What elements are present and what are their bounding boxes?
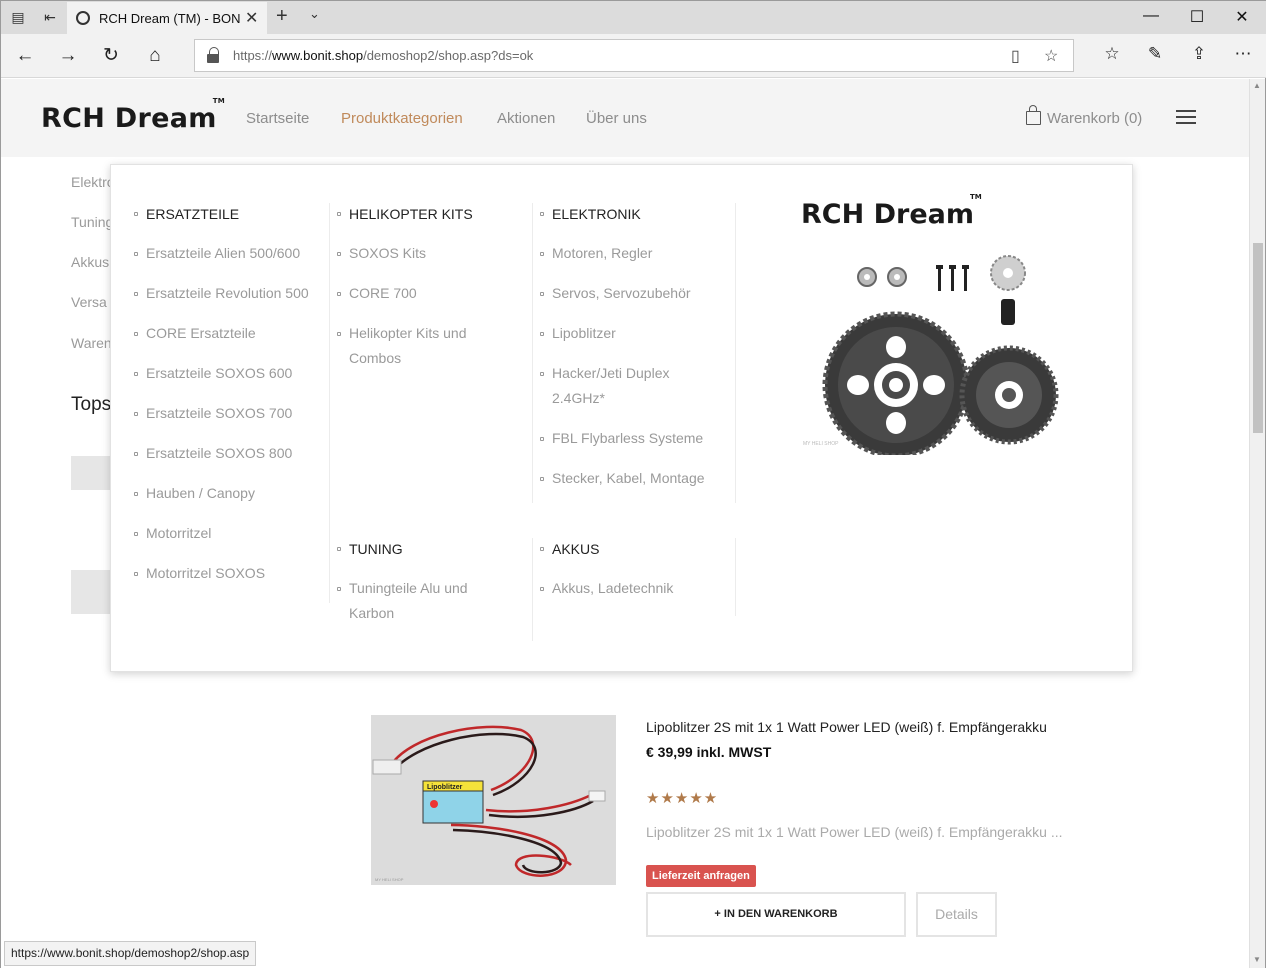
cart-link[interactable]: Warenkorb (0) bbox=[1026, 105, 1142, 127]
promo-caption: MY HELI SHOP bbox=[803, 441, 839, 447]
product-image[interactable]: Lipoblitzer MY HELI SHOP bbox=[371, 715, 616, 885]
menu-link[interactable]: SOXOS Kits bbox=[349, 241, 426, 266]
reading-view-icon[interactable]: ▯ bbox=[1011, 46, 1020, 66]
back-icon[interactable]: ← bbox=[13, 44, 37, 68]
more-icon[interactable]: ⋯ bbox=[1231, 44, 1255, 64]
menu-link[interactable]: Motorritzel bbox=[146, 521, 211, 546]
menu-heading-helikopter-kits[interactable]: HELIKOPTER KITS bbox=[349, 206, 473, 222]
home-icon[interactable]: ⌂ bbox=[143, 44, 167, 68]
site-logo[interactable]: RCH DreamTM bbox=[41, 97, 229, 134]
side-item-warenkorb[interactable]: Waren bbox=[71, 335, 112, 351]
menu-link[interactable]: Hacker/Jeti Duplex 2.4GHz* bbox=[552, 361, 687, 411]
favorites-list-icon[interactable]: ☆ bbox=[1100, 44, 1124, 64]
thumb-lipoblitzer[interactable] bbox=[71, 570, 111, 614]
loading-icon bbox=[76, 11, 90, 25]
scroll-thumb[interactable] bbox=[1253, 243, 1263, 433]
product-price: € 39,99 inkl. MWST bbox=[646, 744, 772, 760]
side-item-akkus[interactable]: Akkus bbox=[71, 254, 109, 270]
tab-title: RCH Dream (TM) - BON bbox=[99, 11, 241, 26]
lock-icon bbox=[207, 47, 221, 63]
new-tab-icon[interactable]: + bbox=[276, 5, 288, 28]
share-icon[interactable]: ⇪ bbox=[1187, 44, 1211, 64]
set-aside-tabs-icon[interactable]: ⇤ bbox=[41, 9, 59, 25]
details-button[interactable]: Details bbox=[916, 892, 997, 937]
web-page: RCH DreamTM Startseite Produktkategorien… bbox=[1, 79, 1251, 968]
favorite-star-icon[interactable]: ☆ bbox=[1044, 46, 1058, 66]
menu-heading-elektronik[interactable]: ELEKTRONIK bbox=[552, 206, 641, 222]
maximize-icon[interactable]: ☐ bbox=[1185, 7, 1209, 27]
menu-link[interactable]: CORE Ersatzteile bbox=[146, 321, 256, 346]
add-to-cart-button[interactable]: + IN DEN WARENKORB bbox=[646, 892, 906, 937]
side-item-tuning[interactable]: Tuning bbox=[71, 214, 113, 230]
nav-produktkategorien[interactable]: Produktkategorien bbox=[341, 110, 463, 127]
menu-link[interactable]: Motorritzel SOXOS bbox=[146, 561, 265, 586]
product-image-label: Lipoblitzer bbox=[427, 784, 463, 791]
tab-active[interactable]: RCH Dream (TM) - BON ✕ bbox=[67, 2, 267, 34]
close-window-icon[interactable]: ✕ bbox=[1230, 7, 1254, 27]
menu-heading-tuning[interactable]: TUNING bbox=[349, 541, 403, 557]
product-title[interactable]: Lipoblitzer 2S mit 1x 1 Watt Power LED (… bbox=[646, 719, 1047, 735]
site-header: RCH DreamTM Startseite Produktkategorien… bbox=[1, 79, 1251, 157]
address-text: https://www.bonit.shop/demoshop2/shop.as… bbox=[233, 48, 534, 63]
promo-logo: RCH DreamTM bbox=[801, 193, 982, 230]
topseller-title: Tops bbox=[71, 394, 112, 415]
menu-link[interactable]: Motoren, Regler bbox=[552, 241, 652, 266]
menu-link[interactable]: Servos, Servozubehör bbox=[552, 281, 691, 306]
address-bar[interactable]: https://www.bonit.shop/demoshop2/shop.as… bbox=[194, 39, 1074, 72]
status-bar-url: https://www.bonit.shop/demoshop2/shop.as… bbox=[4, 941, 257, 966]
nav-startseite[interactable]: Startseite bbox=[246, 110, 309, 127]
menu-link[interactable]: Ersatzteile SOXOS 800 bbox=[146, 441, 292, 466]
menu-link[interactable]: Akkus, Ladetechnik bbox=[552, 576, 673, 601]
shopping-bag-icon bbox=[1026, 105, 1041, 125]
menu-link[interactable]: Ersatzteile SOXOS 600 bbox=[146, 361, 292, 386]
menu-link[interactable]: Ersatzteile Revolution 500 bbox=[146, 281, 309, 306]
menu-link[interactable]: Ersatzteile Alien 500/600 bbox=[146, 241, 300, 266]
menu-heading-akkus[interactable]: AKKUS bbox=[552, 541, 599, 557]
scroll-up-icon[interactable]: ▲ bbox=[1253, 81, 1261, 90]
menu-heading-ersatzteile[interactable]: ERSATZTEILE bbox=[146, 206, 239, 222]
minimize-icon[interactable]: — bbox=[1139, 7, 1163, 25]
mega-menu: ERSATZTEILE Ersatzteile Alien 500/600 Er… bbox=[110, 164, 1133, 672]
delivery-badge[interactable]: Lieferzeit anfragen bbox=[646, 865, 756, 887]
chevron-down-icon[interactable]: ⌄ bbox=[309, 6, 320, 22]
menu-link[interactable]: CORE 700 bbox=[349, 281, 417, 306]
scroll-down-icon[interactable]: ▼ bbox=[1253, 955, 1261, 964]
side-item-elektro[interactable]: Elektro bbox=[71, 174, 115, 190]
menu-icon[interactable] bbox=[1176, 110, 1196, 124]
product-image-caption: MY HELI SHOP bbox=[375, 877, 404, 882]
nav-ueber-uns[interactable]: Über uns bbox=[586, 110, 647, 127]
browser-window: ▤ ⇤ RCH Dream (TM) - BON ✕ + ⌄ — ☐ ✕ ← →… bbox=[0, 0, 1266, 968]
tab-bar: ▤ ⇤ RCH Dream (TM) - BON ✕ + ⌄ — ☐ ✕ bbox=[1, 1, 1266, 34]
pen-icon[interactable]: ✎ bbox=[1143, 44, 1167, 64]
close-tab-icon[interactable]: ✕ bbox=[245, 8, 258, 28]
rating-stars: ★★★★★ bbox=[646, 790, 719, 807]
thumb-bearing[interactable] bbox=[71, 456, 111, 490]
menu-link[interactable]: Tuningteile Alu und Karbon bbox=[349, 576, 499, 626]
tab-actions-icon[interactable]: ▤ bbox=[9, 9, 27, 25]
promo-gears-image[interactable] bbox=[801, 245, 1061, 459]
product-description: Lipoblitzer 2S mit 1x 1 Watt Power LED (… bbox=[646, 824, 1063, 840]
menu-link[interactable]: Lipoblitzer bbox=[552, 321, 616, 346]
menu-link[interactable]: Hauben / Canopy bbox=[146, 481, 255, 506]
menu-link[interactable]: Stecker, Kabel, Montage bbox=[552, 466, 705, 491]
refresh-icon[interactable]: ↻ bbox=[99, 44, 123, 68]
menu-link[interactable]: Helikopter Kits und Combos bbox=[349, 321, 489, 371]
page-scrollbar[interactable]: ▲ ▼ bbox=[1249, 79, 1265, 968]
forward-icon[interactable]: → bbox=[56, 44, 80, 68]
menu-link[interactable]: FBL Flybarless Systeme bbox=[552, 426, 703, 451]
browser-toolbar: ← → ↻ ⌂ https://www.bonit.shop/demoshop2… bbox=[1, 34, 1266, 78]
side-item-versand[interactable]: Versa bbox=[71, 294, 107, 310]
nav-aktionen[interactable]: Aktionen bbox=[497, 110, 555, 127]
menu-link[interactable]: Ersatzteile SOXOS 700 bbox=[146, 401, 292, 426]
